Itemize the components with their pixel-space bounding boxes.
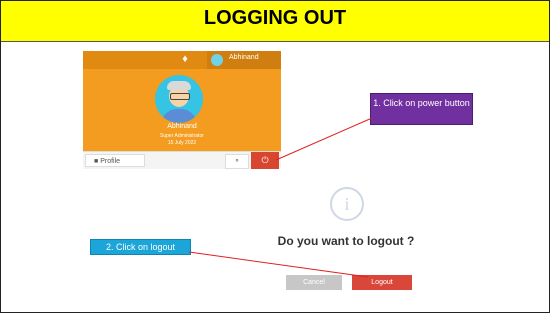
avatar-glasses xyxy=(170,93,190,100)
profile-avatar xyxy=(155,75,203,123)
avatar xyxy=(211,54,223,66)
logout-button[interactable]: Logout xyxy=(352,275,412,290)
navbar-username: Abhinand xyxy=(229,54,259,61)
info-icon: i xyxy=(330,187,364,221)
avatar-hair xyxy=(167,81,191,90)
change-password-button[interactable]: ⚬ xyxy=(225,154,249,169)
cancel-button[interactable]: Cancel xyxy=(286,275,342,290)
profile-header: ♦ Abhinand Abhinand Super Administrator … xyxy=(83,51,281,151)
power-icon: ⏻ xyxy=(261,155,269,165)
avatar-body xyxy=(161,109,197,123)
slide: LOGGING OUT ♦ Abhinand Abhinand Super Ad… xyxy=(0,0,550,313)
title-bar: LOGGING OUT xyxy=(1,1,549,42)
slide-title: LOGGING OUT xyxy=(203,7,347,29)
callout-step-1: 1. Click on power button xyxy=(370,93,473,125)
user-menu-toggle[interactable]: Abhinand xyxy=(207,51,281,69)
bell-icon[interactable]: ♦ xyxy=(179,53,191,65)
logout-question: Do you want to logout ? xyxy=(277,234,415,248)
profile-date: 15 July 2022 xyxy=(167,140,197,146)
profile-button-label: Profile xyxy=(100,158,121,165)
profile-dropdown: ♦ Abhinand Abhinand Super Administrator … xyxy=(83,51,281,169)
power-button[interactable]: ⏻ xyxy=(251,152,279,169)
profile-role: Super Administrator xyxy=(160,133,204,139)
top-navbar: ♦ Abhinand xyxy=(83,51,281,69)
profile-actions: ■ Profile ⚬ ⏻ xyxy=(83,151,281,169)
profile-button[interactable]: ■ Profile xyxy=(85,154,145,167)
key-icon: ⚬ xyxy=(234,158,240,165)
callout-step-2: 2. Click on logout xyxy=(90,239,191,255)
profile-name: Abhinand xyxy=(167,123,197,130)
